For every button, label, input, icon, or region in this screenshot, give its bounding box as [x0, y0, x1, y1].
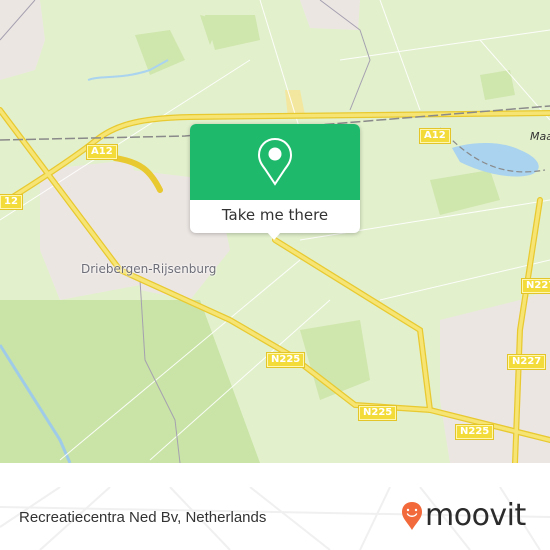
footer-bar: Recreatiecentra Ned Bv, Netherlands moov… [0, 487, 550, 550]
popup-pointer [267, 232, 281, 240]
road-shield-a12: A12 [87, 145, 117, 159]
location-popup: Take me there [190, 124, 360, 233]
moovit-logo[interactable]: moovit [401, 500, 526, 532]
road-shield-a12: A12 [420, 129, 450, 143]
forest-area [205, 15, 260, 50]
map-pin-icon [257, 137, 293, 186]
urban-area [0, 0, 45, 80]
urban-area [300, 0, 360, 30]
take-me-there-button[interactable]: Take me there [190, 200, 360, 233]
moovit-pin-icon [402, 502, 422, 530]
station-label: Maa [530, 130, 550, 143]
road-shield-n225: N225 [359, 406, 397, 420]
road-shield-n225: N225 [267, 353, 305, 367]
road-shield-n227: N227 [522, 279, 550, 293]
popup-header [190, 124, 360, 200]
pasture-area [0, 300, 260, 463]
forest-area [430, 170, 500, 215]
forest-area [135, 30, 185, 75]
place-name: Recreatiecentra Ned Bv, Netherlands [19, 509, 267, 526]
road-shield-a12: 12 [0, 195, 22, 209]
town-label: Driebergen-Rijsenburg [81, 262, 217, 276]
moovit-wordmark: moovit [425, 498, 526, 533]
road-shield-n225: N225 [456, 425, 494, 439]
road-shield-n227: N227 [508, 355, 546, 369]
